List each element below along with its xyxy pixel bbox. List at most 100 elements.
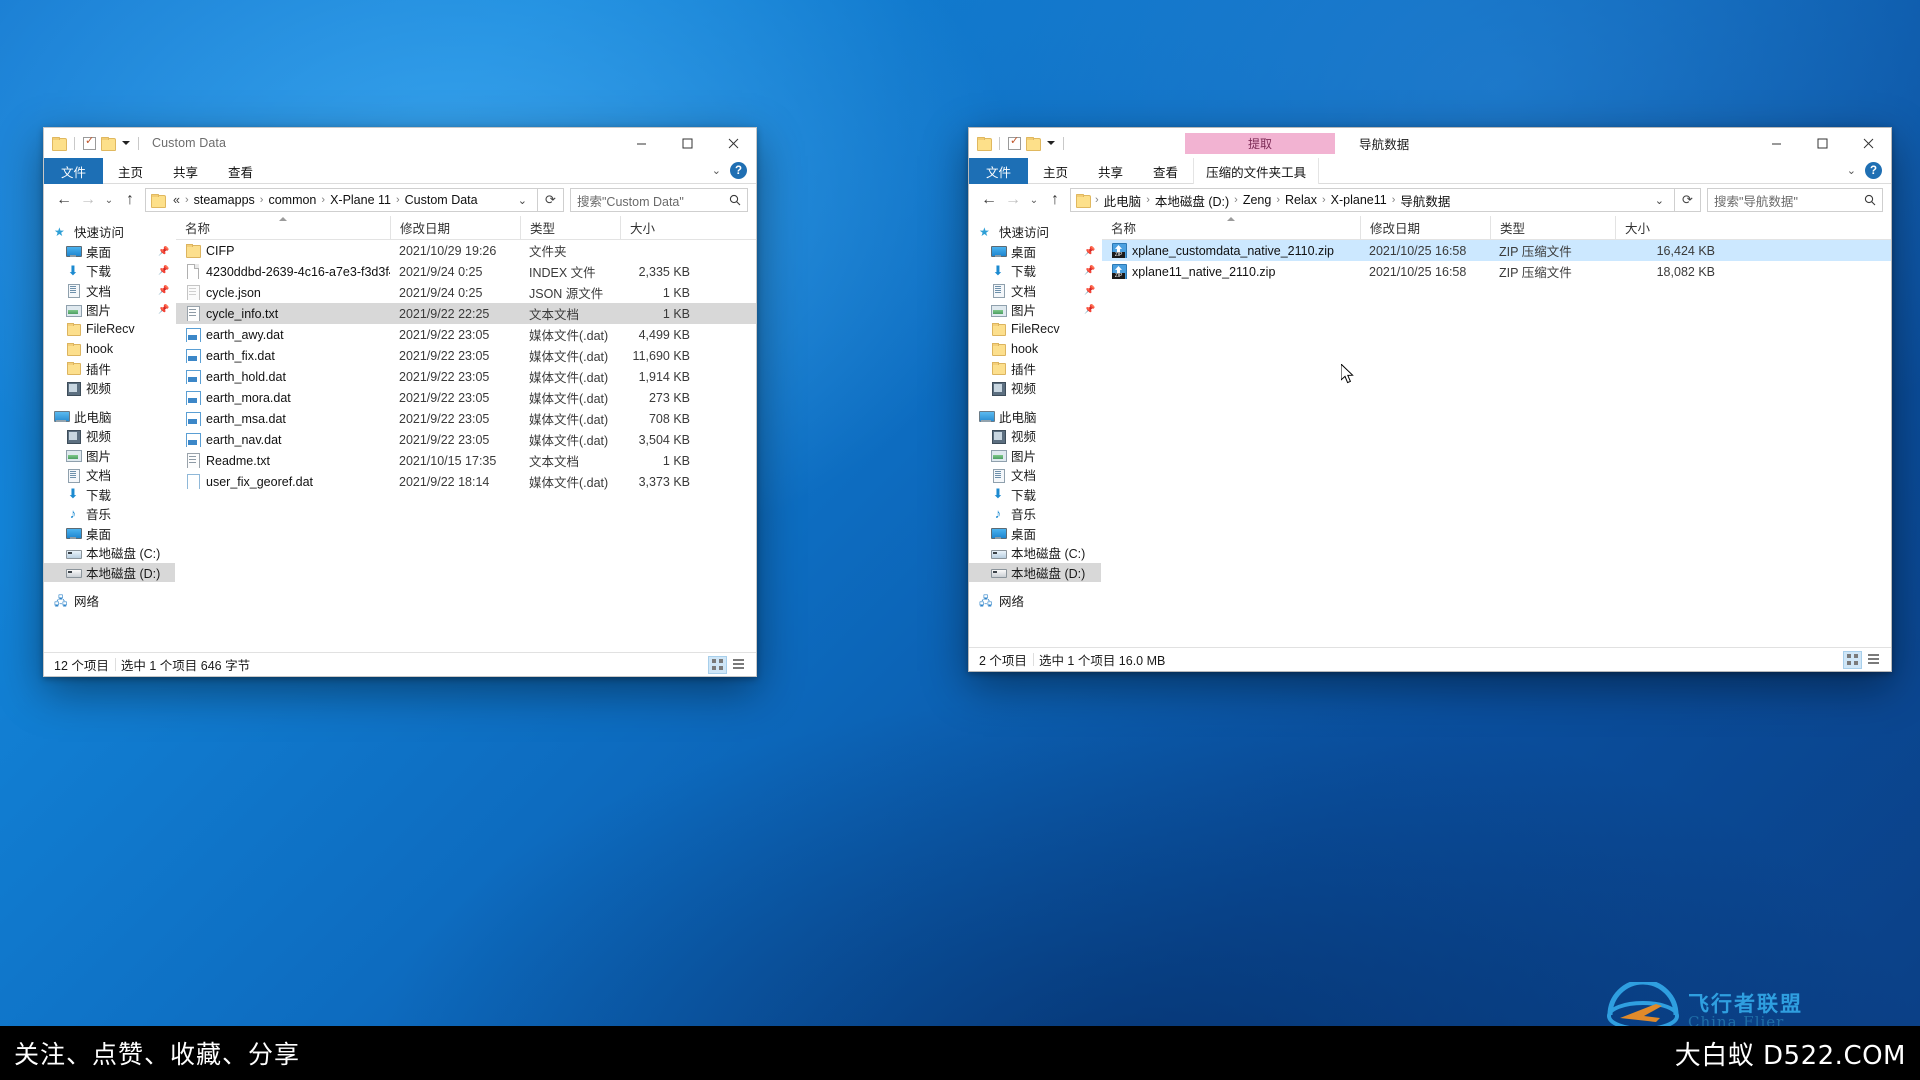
window1-breadcrumb[interactable]: « › steamapps › common › X-Plane 11 › Cu… bbox=[145, 188, 538, 212]
window1-file-list[interactable]: 名称 修改日期 类型 大小 CIFP 2021/10/29 19:26 文件夹 423… bbox=[176, 215, 756, 652]
window1-ribbon-right[interactable]: ⌄ ? bbox=[712, 158, 756, 183]
table-row[interactable]: earth_mora.dat 2021/9/22 23:05 媒体文件(.dat) 2… bbox=[176, 387, 756, 408]
table-row[interactable]: earth_awy.dat 2021/9/22 23:05 媒体文件(.dat) 4,… bbox=[176, 324, 756, 345]
forward-arrow-icon[interactable]: → bbox=[76, 188, 100, 212]
sidebar-item-网络[interactable]: 🖧 网络 bbox=[969, 591, 1101, 611]
sidebar-item-hook[interactable]: hook bbox=[44, 339, 175, 359]
new-folder-icon[interactable] bbox=[101, 137, 116, 151]
window1-navigation-pane[interactable]: ★ 快速访问 桌面 📌 ⬇ 下载 📌 文档 📌 图片 📌 FileRecv hook 插件 视频 此电脑 视频图… bbox=[44, 216, 176, 652]
column-header-size[interactable]: 大小 bbox=[1615, 215, 1725, 240]
pin-icon[interactable]: 📌 bbox=[158, 285, 169, 295]
tab-compressed-folder-tools[interactable]: 压缩的文件夹工具 bbox=[1193, 158, 1320, 184]
search-input[interactable]: 搜索"导航数据" bbox=[1707, 188, 1883, 212]
refresh-icon[interactable]: ⟳ bbox=[1675, 188, 1701, 212]
chevron-down-icon[interactable]: ⌄ bbox=[1649, 194, 1670, 207]
sidebar-item-视频[interactable]: 视频 bbox=[969, 378, 1101, 398]
tab-view[interactable]: 查看 bbox=[213, 158, 268, 184]
sidebar-item-此电脑[interactable]: 此电脑 bbox=[44, 407, 175, 427]
chevron-down-icon[interactable] bbox=[122, 141, 130, 145]
pin-icon[interactable]: 📌 bbox=[158, 305, 169, 314]
window1-breadcrumb-items[interactable]: « › steamapps › common › X-Plane 11 › Cu… bbox=[169, 193, 512, 207]
new-folder-icon[interactable] bbox=[1026, 137, 1041, 151]
table-row[interactable]: earth_hold.dat 2021/9/22 23:05 媒体文件(.dat) 1… bbox=[176, 366, 756, 387]
column-header-size[interactable]: 大小 bbox=[620, 215, 700, 240]
sidebar-item-文档[interactable]: 文档 📌 bbox=[44, 281, 175, 301]
window2-file-list[interactable]: 名称 修改日期 类型 大小 xplane_customdata_native_2… bbox=[1102, 215, 1891, 647]
window2-breadcrumb-items[interactable]: › 此电脑 › 本地磁盘 (D:) › Zeng › Relax › X-pla… bbox=[1094, 191, 1649, 210]
window1-caption-buttons[interactable] bbox=[618, 128, 756, 158]
tab-file[interactable]: 文件 bbox=[969, 158, 1029, 184]
window1-quick-access-toolbar[interactable] bbox=[52, 135, 142, 151]
sidebar-item-hook[interactable]: hook bbox=[969, 339, 1101, 359]
breadcrumb-relax[interactable]: Relax bbox=[1281, 193, 1321, 207]
breadcrumb-custom-data[interactable]: Custom Data bbox=[401, 193, 482, 207]
window1-view-buttons[interactable] bbox=[708, 655, 756, 674]
window2-ribbon-tabs[interactable]: 文件 主页 共享 查看 压缩的文件夹工具 ⌄ ? bbox=[969, 158, 1891, 184]
column-header-date[interactable]: 修改日期 bbox=[390, 215, 520, 240]
sidebar-item-FileRecv[interactable]: FileRecv bbox=[44, 320, 175, 340]
window2-rows[interactable]: xplane_customdata_native_2110.zip 2021/10… bbox=[1102, 240, 1891, 647]
close-icon[interactable] bbox=[1845, 128, 1891, 158]
sidebar-item-本地磁盘 (C:)[interactable]: 本地磁盘 (C:) bbox=[44, 543, 175, 563]
table-row[interactable]: 4230ddbd-2639-4c16-a7e3-f3d3f442… 2021/9/… bbox=[176, 261, 756, 282]
chevron-down-icon[interactable]: ⌄ bbox=[512, 194, 533, 207]
column-header-date[interactable]: 修改日期 bbox=[1360, 215, 1490, 240]
sidebar-item-图片[interactable]: 图片 bbox=[969, 446, 1101, 466]
sidebar-item-插件[interactable]: 插件 bbox=[969, 359, 1101, 379]
sidebar-item-视频[interactable]: 视频 bbox=[44, 426, 175, 446]
table-row[interactable]: xplane_customdata_native_2110.zip 2021/10… bbox=[1102, 240, 1891, 261]
tiles-view-icon[interactable] bbox=[1864, 651, 1883, 669]
pin-icon[interactable]: 📌 bbox=[1084, 305, 1095, 314]
window2-address-bar[interactable]: ← → ⌄ ↑ › 此电脑 › 本地磁盘 (D:) › Zeng › Relax… bbox=[969, 184, 1891, 216]
details-view-icon[interactable] bbox=[708, 655, 727, 674]
sidebar-item-网络[interactable]: 🖧 网络 bbox=[44, 591, 175, 611]
breadcrumb-xplane11[interactable]: X-Plane 11 bbox=[326, 193, 395, 207]
window1-rows[interactable]: CIFP 2021/10/29 19:26 文件夹 4230ddbd-2639-4c1… bbox=[176, 240, 756, 652]
pin-icon[interactable]: 📌 bbox=[158, 246, 169, 256]
tab-view[interactable]: 查看 bbox=[1138, 158, 1193, 184]
sidebar-item-本地磁盘 (C:)[interactable]: 本地磁盘 (C:) bbox=[969, 543, 1101, 563]
sidebar-item-下载[interactable]: ⬇ 下载 📌 bbox=[969, 261, 1101, 281]
column-header-type[interactable]: 类型 bbox=[520, 215, 620, 240]
window1-title-bar[interactable]: Custom Data bbox=[44, 128, 756, 158]
breadcrumb-overflow[interactable]: « bbox=[169, 193, 184, 207]
window2-title-bar[interactable]: 提取 导航数据 bbox=[969, 128, 1891, 158]
sidebar-item-图片[interactable]: 图片 bbox=[44, 446, 175, 466]
window2-caption-buttons[interactable] bbox=[1753, 128, 1891, 158]
sidebar-item-音乐[interactable]: ♪ 音乐 bbox=[969, 504, 1101, 524]
sidebar-item-文档[interactable]: 文档 bbox=[44, 465, 175, 485]
explorer-window-navdata[interactable]: 提取 导航数据 文件 主页 共享 查看 压缩的文件夹工具 ⌄ ? ← → ⌄ ↑ bbox=[968, 127, 1892, 672]
sidebar-item-文档[interactable]: 文档 bbox=[969, 465, 1101, 485]
back-arrow-icon[interactable]: ← bbox=[977, 188, 1001, 212]
recent-locations-icon[interactable]: ⌄ bbox=[100, 188, 118, 212]
back-arrow-icon[interactable]: ← bbox=[52, 188, 76, 212]
table-row[interactable]: user_fix_georef.dat 2021/9/22 18:14 媒体文件(.… bbox=[176, 471, 756, 492]
table-row[interactable]: cycle_info.txt 2021/9/22 22:25 文本文档 1 KB bbox=[176, 303, 756, 324]
maximize-icon[interactable] bbox=[664, 128, 710, 158]
sidebar-item-下载[interactable]: ⬇ 下载 bbox=[969, 485, 1101, 505]
sidebar-item-桌面[interactable]: 桌面 📌 bbox=[44, 242, 175, 262]
sidebar-item-下载[interactable]: ⬇ 下载 bbox=[44, 485, 175, 505]
tab-home[interactable]: 主页 bbox=[103, 158, 158, 184]
chevron-down-icon[interactable]: ⌄ bbox=[712, 164, 721, 177]
table-row[interactable]: CIFP 2021/10/29 19:26 文件夹 bbox=[176, 240, 756, 261]
table-row[interactable]: Readme.txt 2021/10/15 17:35 文本文档 1 KB bbox=[176, 450, 756, 471]
explorer-window-custom-data[interactable]: Custom Data 文件 主页 共享 查看 ⌄ ? ← → ⌄ ↑ bbox=[43, 127, 757, 677]
properties-icon[interactable] bbox=[1008, 135, 1021, 150]
sidebar-item-桌面[interactable]: 桌面 📌 bbox=[969, 242, 1101, 262]
tab-share[interactable]: 共享 bbox=[158, 158, 213, 184]
sidebar-item-桌面[interactable]: 桌面 bbox=[44, 524, 175, 544]
sidebar-item-文档[interactable]: 文档 📌 bbox=[969, 281, 1101, 301]
table-row[interactable]: cycle.json 2021/9/24 0:25 JSON 源文件 1 KB bbox=[176, 282, 756, 303]
pin-icon[interactable]: 📌 bbox=[158, 266, 169, 275]
breadcrumb-drive-d[interactable]: 本地磁盘 (D:) bbox=[1151, 191, 1233, 210]
table-row[interactable]: earth_msa.dat 2021/9/22 23:05 媒体文件(.dat) 70… bbox=[176, 408, 756, 429]
help-icon[interactable]: ? bbox=[730, 162, 747, 179]
breadcrumb-zeng[interactable]: Zeng bbox=[1239, 193, 1276, 207]
column-header-name[interactable]: 名称 bbox=[1102, 216, 1360, 240]
properties-icon[interactable] bbox=[83, 135, 96, 150]
window2-view-buttons[interactable] bbox=[1843, 650, 1891, 669]
sidebar-item-插件[interactable]: 插件 bbox=[44, 359, 175, 379]
recent-locations-icon[interactable]: ⌄ bbox=[1025, 188, 1043, 212]
close-icon[interactable] bbox=[710, 128, 756, 158]
